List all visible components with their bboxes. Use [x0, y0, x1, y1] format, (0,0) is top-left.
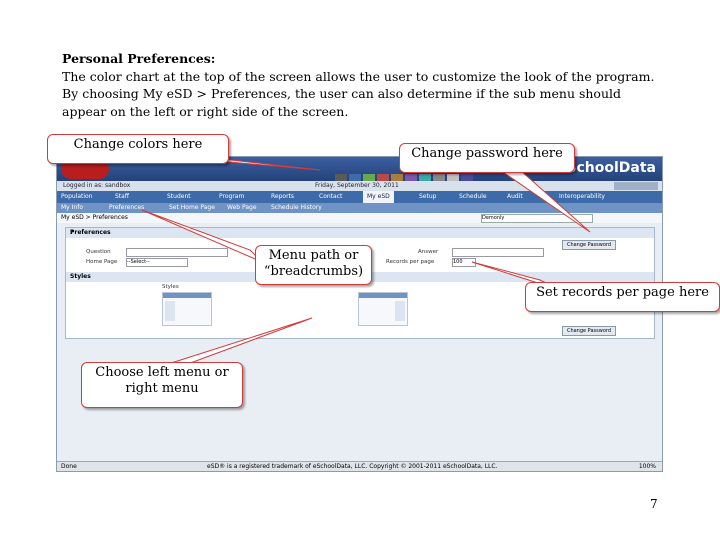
callout-records-per-page: Set records per page here [525, 282, 720, 312]
callout-change-colors: Change colors here [47, 134, 229, 164]
page-number: 7 [650, 497, 658, 511]
callout-menu-path: Menu path or “breadcrumbs) [255, 245, 372, 285]
callout-left-right-menu: Choose left menu or right menu [81, 362, 243, 408]
arrow-left-right-menu [164, 317, 313, 366]
arrow-menu-path [141, 209, 263, 263]
callout-change-password: Change password here [399, 143, 575, 173]
arrow-change-password [498, 169, 591, 233]
